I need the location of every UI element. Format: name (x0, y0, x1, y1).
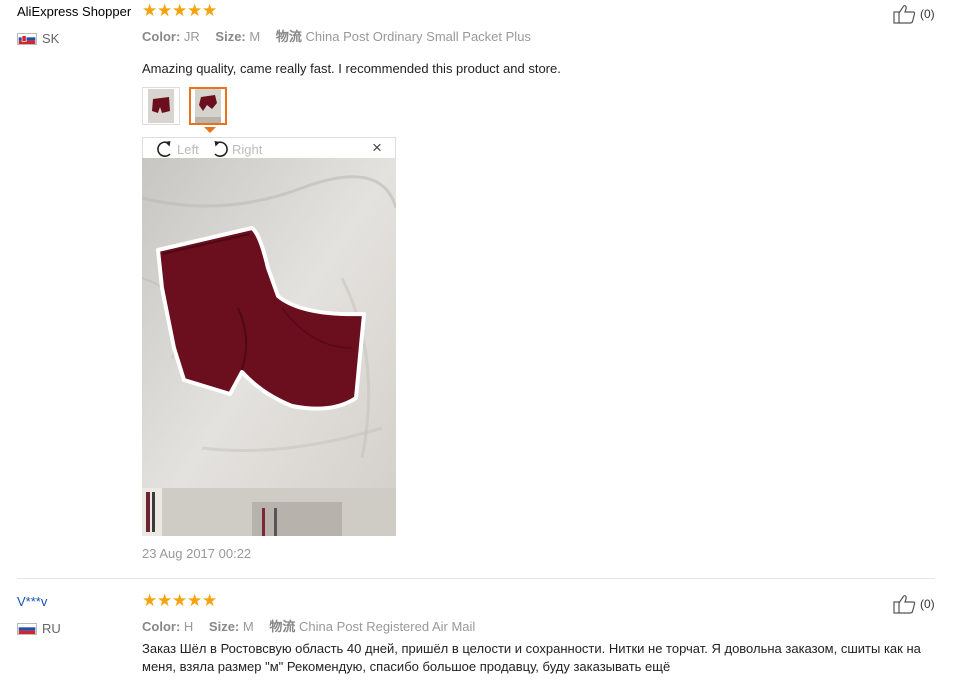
slovakia-flag-icon (17, 32, 37, 45)
order-info: Color: H Size: M 物流 China Post Registere… (142, 616, 487, 635)
rotate-right-button[interactable]: Right (209, 139, 262, 159)
color-label: Color: (142, 29, 181, 44)
color-label: Color: (142, 619, 181, 634)
helpful-count: (0) (920, 7, 935, 21)
color-value: H (183, 619, 194, 634)
review-divider (17, 578, 935, 579)
photo-thumbnail-image (195, 89, 221, 123)
shipping-value: China Post Ordinary Small Packet Plus (305, 29, 531, 44)
country-code: RU (42, 621, 61, 636)
helpful-count: (0) (920, 597, 935, 611)
shorts-photo-image (142, 158, 396, 536)
shipping-label: 物流 (275, 29, 302, 44)
color-value: JR (183, 29, 200, 44)
shipping-value: China Post Registered Air Mail (299, 619, 476, 634)
thumbs-up-icon (893, 595, 916, 614)
russia-flag-icon (17, 622, 37, 635)
selected-pointer-icon (204, 127, 216, 133)
size-value: M (242, 619, 254, 634)
star-icon: ★ (172, 1, 188, 20)
reviewer-name[interactable]: V***v (17, 594, 47, 609)
star-icon: ★ (202, 591, 218, 610)
helpful-button[interactable]: (0) (893, 594, 935, 614)
review-date: 23 Aug 2017 00:22 (142, 546, 252, 561)
review-photo-thumbnail[interactable] (142, 87, 180, 125)
star-icon: ★ (187, 1, 203, 20)
star-icon: ★ (157, 1, 173, 20)
helpful-button[interactable]: (0) (893, 4, 935, 24)
star-icon: ★ (172, 591, 188, 610)
review-text: Amazing quality, came really fast. I rec… (142, 61, 561, 76)
star-icon: ★ (142, 591, 158, 610)
rotate-left-label: Left (177, 141, 199, 157)
reviewer-name: AliExpress Shopper (17, 4, 132, 19)
reviewer-country: SK (17, 31, 59, 46)
close-viewer-button[interactable]: × (372, 138, 382, 158)
thumbs-up-icon (893, 5, 916, 24)
photo-thumbnail-image (148, 89, 174, 123)
size-label: Size: (215, 29, 246, 44)
star-icon: ★ (202, 1, 218, 20)
reviewer-country: RU (17, 621, 61, 636)
rating-stars: ★ ★ ★ ★ ★ (142, 591, 218, 610)
size-label: Size: (208, 619, 240, 634)
review-text: Заказ Шёл в Ростовсвую область 40 дней, … (142, 641, 921, 674)
rotate-left-button[interactable]: Left (154, 139, 199, 159)
rotate-left-icon (157, 141, 171, 157)
rotate-right-icon (214, 141, 228, 157)
star-icon: ★ (157, 591, 173, 610)
star-icon: ★ (142, 1, 158, 20)
star-icon: ★ (187, 591, 203, 610)
country-code: SK (42, 31, 60, 46)
rating-stars: ★ ★ ★ ★ ★ (142, 1, 218, 20)
order-info: Color: JR Size: M 物流 China Post Ordinary… (142, 26, 543, 45)
size-value: M (249, 29, 261, 44)
review-photo-thumbnail-selected[interactable] (189, 87, 227, 125)
photo-viewer-toolbar: Left Right × (142, 137, 396, 158)
review-photo-large (142, 158, 396, 536)
rotate-right-label: Right (232, 141, 263, 157)
shipping-label: 物流 (269, 619, 296, 634)
